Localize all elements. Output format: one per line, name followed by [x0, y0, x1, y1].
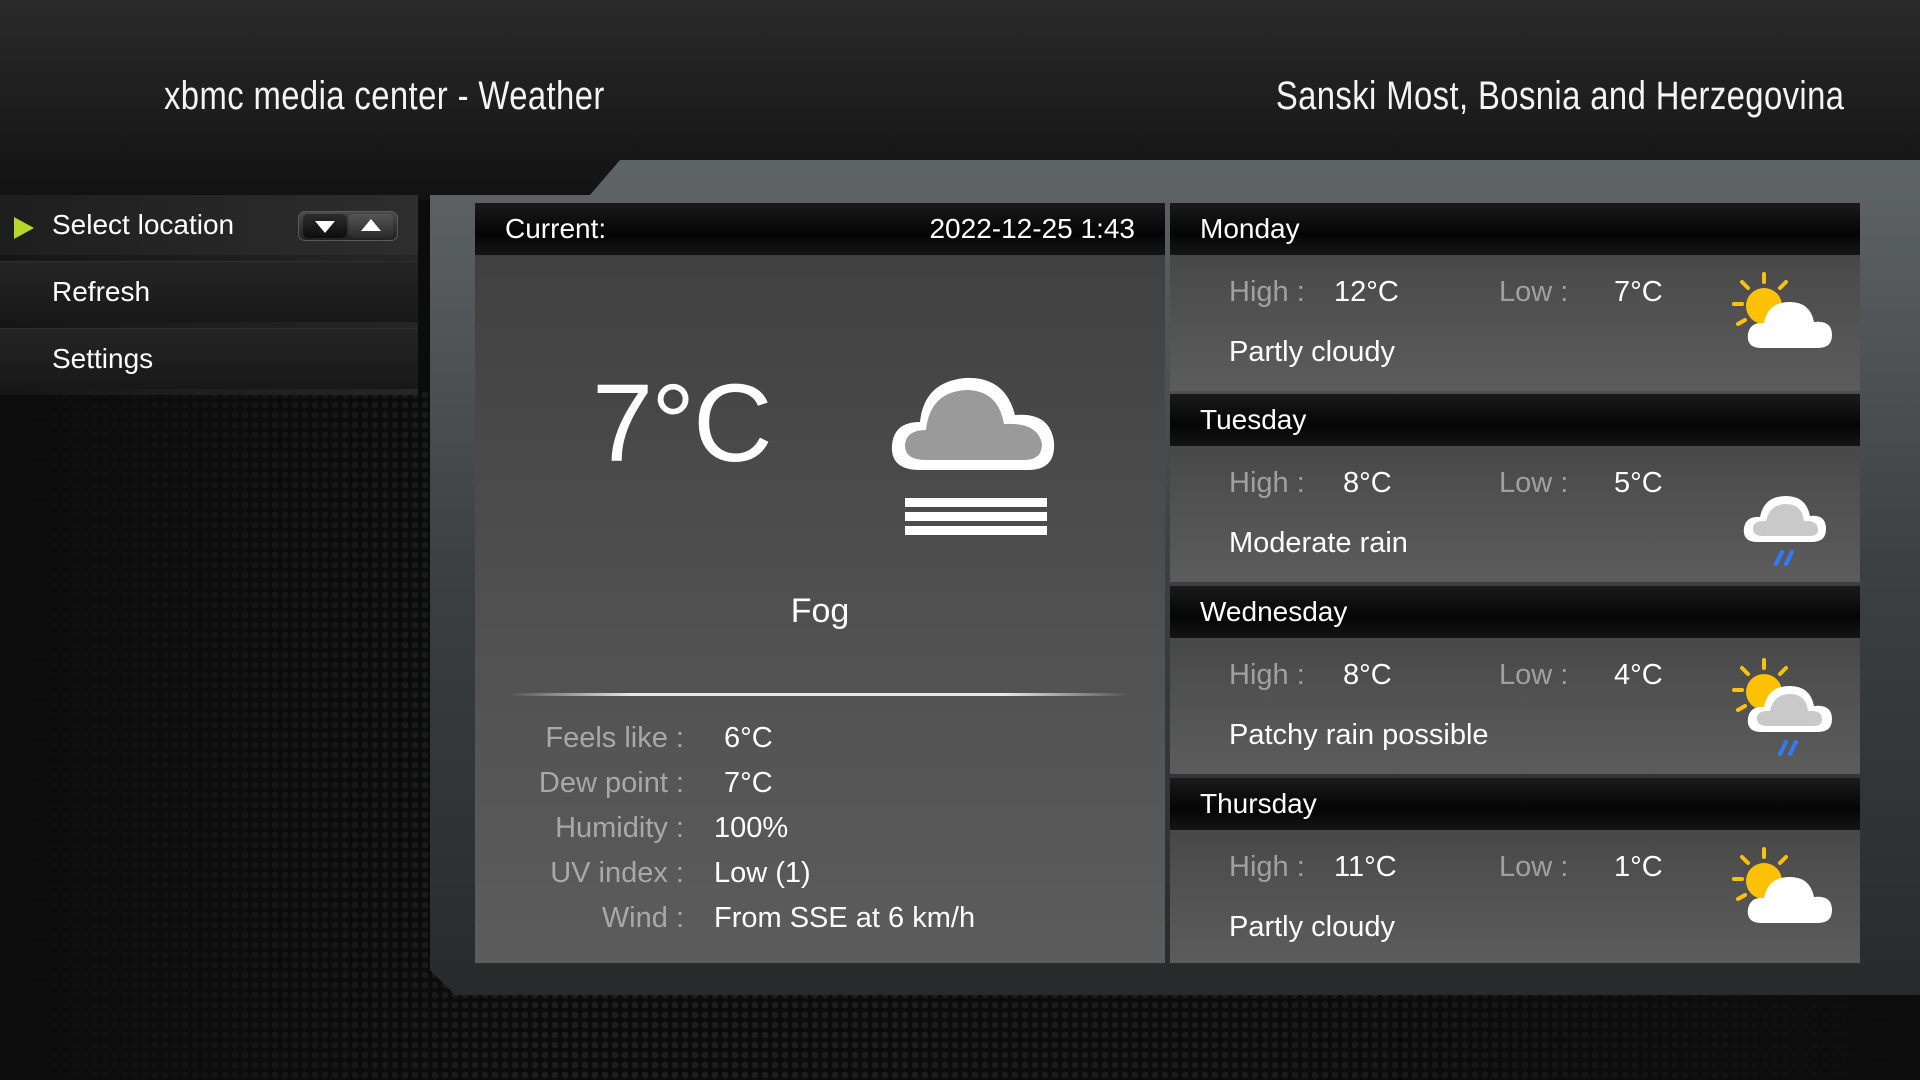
forecast-high-label: High : [1229, 276, 1305, 308]
forecast-day-name: Tuesday [1200, 404, 1307, 435]
forecast-day-bar: Monday [1170, 203, 1860, 255]
forecast-low-value: 7°C [1614, 276, 1663, 308]
forecast-day-name: Wednesday [1200, 596, 1348, 627]
forecast-day-bar: Thursday [1170, 778, 1860, 830]
forecast-low-label: Low : [1499, 467, 1569, 499]
detail-value: 7°C [724, 767, 773, 799]
selection-arrow-icon [14, 217, 34, 239]
location-title: Sanski Most, Bosnia and Herzegovina [1275, 74, 1844, 118]
forecast-description: Patchy rain possible [1229, 719, 1489, 751]
menu-select-location[interactable]: Select location [0, 195, 418, 255]
spinner-down-button[interactable] [303, 214, 347, 238]
forecast-day-name: Thursday [1200, 788, 1317, 819]
forecast-high-value: 8°C [1343, 467, 1392, 499]
forecast-low-value: 5°C [1614, 467, 1663, 499]
forecast-day-bar: Wednesday [1170, 586, 1860, 638]
location-spinner [298, 211, 398, 241]
rain-cloud-icon [1743, 496, 1826, 566]
forecast-description: Partly cloudy [1229, 911, 1396, 943]
forecast-description: Moderate rain [1229, 527, 1408, 559]
menu-item-label: Settings [52, 343, 154, 374]
app-title: xbmc media center - Weather [164, 74, 605, 118]
forecast-day-name: Monday [1200, 213, 1300, 244]
forecast-high-value: 8°C [1343, 659, 1392, 691]
spinner-up-button[interactable] [349, 214, 393, 238]
detail-label: Dew point : [538, 767, 684, 799]
detail-label: Feels like : [545, 722, 684, 754]
details-divider [508, 693, 1128, 696]
forecast-low-value: 1°C [1614, 851, 1663, 883]
current-label: Current: [505, 213, 607, 244]
forecast-low-label: Low : [1499, 851, 1569, 883]
forecast-high-label: High : [1229, 659, 1305, 691]
forecast-low-label: Low : [1499, 276, 1569, 308]
current-temperature: 7°C [592, 362, 773, 485]
forecast-high-label: High : [1229, 851, 1305, 883]
fog-cloud-icon [891, 377, 1055, 535]
current-datetime: 2022-12-25 1:43 [929, 213, 1135, 244]
partly-cloudy-icon [1732, 272, 1832, 348]
detail-value: 100% [714, 812, 789, 844]
current-condition: Fog [790, 592, 850, 630]
patchy-rain-icon [1732, 658, 1832, 756]
menu-item-label: Refresh [52, 276, 151, 307]
current-weather-panel [475, 203, 1165, 963]
detail-label: Humidity : [555, 812, 684, 844]
forecast-low-value: 4°C [1614, 659, 1663, 691]
detail-value: 6°C [724, 722, 773, 754]
partly-cloudy-icon [1732, 847, 1832, 923]
forecast-low-label: Low : [1499, 659, 1569, 691]
forecast-high-value: 12°C [1334, 276, 1399, 308]
detail-label: UV index : [550, 857, 684, 889]
detail-value: Low (1) [714, 857, 811, 889]
chevron-up-icon [361, 219, 381, 231]
forecast-day-bar: Tuesday [1170, 394, 1860, 446]
current-header-bar: Current: 2022-12-25 1:43 [475, 203, 1165, 255]
menu-item-label: Select location [52, 209, 235, 240]
detail-label: Wind : [601, 902, 684, 934]
forecast-high-label: High : [1229, 467, 1305, 499]
chevron-down-icon [315, 221, 335, 233]
sidebar-menu: Select location Refresh Settings [0, 195, 418, 395]
menu-settings[interactable]: Settings [0, 328, 418, 389]
detail-value: From SSE at 6 km/h [714, 902, 976, 934]
menu-refresh[interactable]: Refresh [0, 261, 418, 322]
forecast-high-value: 11°C [1334, 851, 1397, 883]
forecast-description: Partly cloudy [1229, 336, 1396, 368]
